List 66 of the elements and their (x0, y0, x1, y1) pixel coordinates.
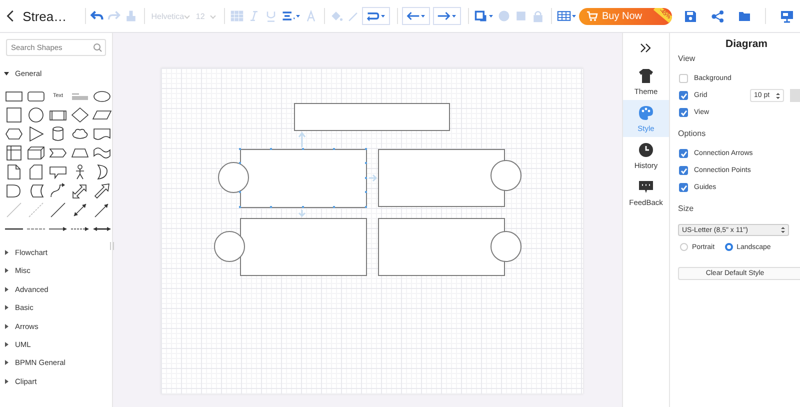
arrow-icon[interactable] (92, 182, 112, 200)
circle-shape[interactable] (214, 231, 245, 262)
caret-right-icon[interactable] (4, 286, 9, 292)
arrange-icon[interactable] (474, 9, 488, 23)
internal-storage-icon[interactable] (4, 144, 24, 162)
caret-icon[interactable] (421, 14, 426, 18)
arrow-right-dropdown[interactable] (433, 7, 462, 25)
panel-title: Diagram (724, 38, 768, 50)
style-icon[interactable] (638, 104, 654, 120)
caret-right-icon[interactable] (4, 360, 9, 366)
presentation-icon[interactable] (780, 10, 794, 22)
caret-down-icon[interactable] (4, 70, 9, 76)
rectangle-shape[interactable] (378, 149, 505, 207)
align-icon[interactable] (280, 9, 295, 23)
caret-icon[interactable] (489, 14, 494, 18)
section-heading: Options (678, 129, 707, 138)
circle-icon[interactable] (26, 106, 46, 124)
caret-icon[interactable] (296, 14, 301, 18)
cart-icon[interactable] (587, 11, 598, 21)
feedback-icon[interactable] (638, 178, 654, 194)
circle-shape[interactable] (490, 231, 522, 262)
rectangle-shape[interactable] (378, 218, 505, 276)
checkbox[interactable] (679, 91, 688, 100)
stepper-icon[interactable] (776, 92, 780, 100)
caret-right-icon[interactable] (4, 378, 9, 384)
radio-button[interactable] (680, 243, 688, 251)
diamond-icon[interactable] (70, 106, 90, 124)
table-icon[interactable] (557, 9, 572, 23)
caret-right-icon[interactable] (4, 305, 9, 310)
search-icon[interactable] (93, 43, 102, 52)
arrow-left-dropdown[interactable] (402, 7, 430, 25)
rectangle-shape[interactable] (240, 218, 367, 276)
checkbox[interactable] (679, 183, 688, 192)
folder-icon[interactable] (738, 10, 752, 22)
history-icon[interactable] (638, 142, 654, 158)
checkbox[interactable] (679, 108, 688, 117)
section-heading: Size (678, 204, 695, 213)
checkbox[interactable] (679, 74, 688, 83)
checkbox[interactable] (679, 149, 688, 158)
checkbox[interactable] (679, 166, 688, 175)
collapse-icon[interactable] (640, 43, 652, 53)
document-title[interactable]: Strea… (22, 8, 70, 24)
save-icon[interactable] (684, 10, 698, 22)
circle-shape[interactable] (490, 160, 522, 191)
cube-icon[interactable] (26, 144, 46, 162)
caret-right-icon[interactable] (4, 324, 9, 329)
circle-shape[interactable] (218, 162, 249, 193)
caret-right-icon[interactable] (4, 268, 9, 274)
arrow-left-icon[interactable] (406, 9, 420, 23)
theme-icon[interactable] (638, 68, 654, 84)
caret-right-icon[interactable] (4, 250, 9, 256)
back-icon[interactable] (6, 9, 15, 23)
connector-dropdown[interactable] (362, 7, 390, 25)
section-heading: View (678, 54, 696, 63)
share-icon[interactable] (711, 10, 724, 22)
arrow-right-icon[interactable] (437, 9, 452, 23)
stepper-icon[interactable] (781, 226, 785, 234)
caret-icon[interactable] (452, 14, 458, 18)
grid-color-swatch[interactable] (790, 89, 800, 102)
caret-icon[interactable] (572, 14, 578, 18)
radio-button[interactable] (724, 243, 733, 251)
square-icon[interactable] (4, 106, 24, 124)
rectangle-shape[interactable] (294, 103, 450, 131)
resize-handle[interactable] (110, 242, 114, 250)
caret-right-icon[interactable] (4, 342, 9, 348)
caret-icon[interactable] (381, 14, 386, 18)
